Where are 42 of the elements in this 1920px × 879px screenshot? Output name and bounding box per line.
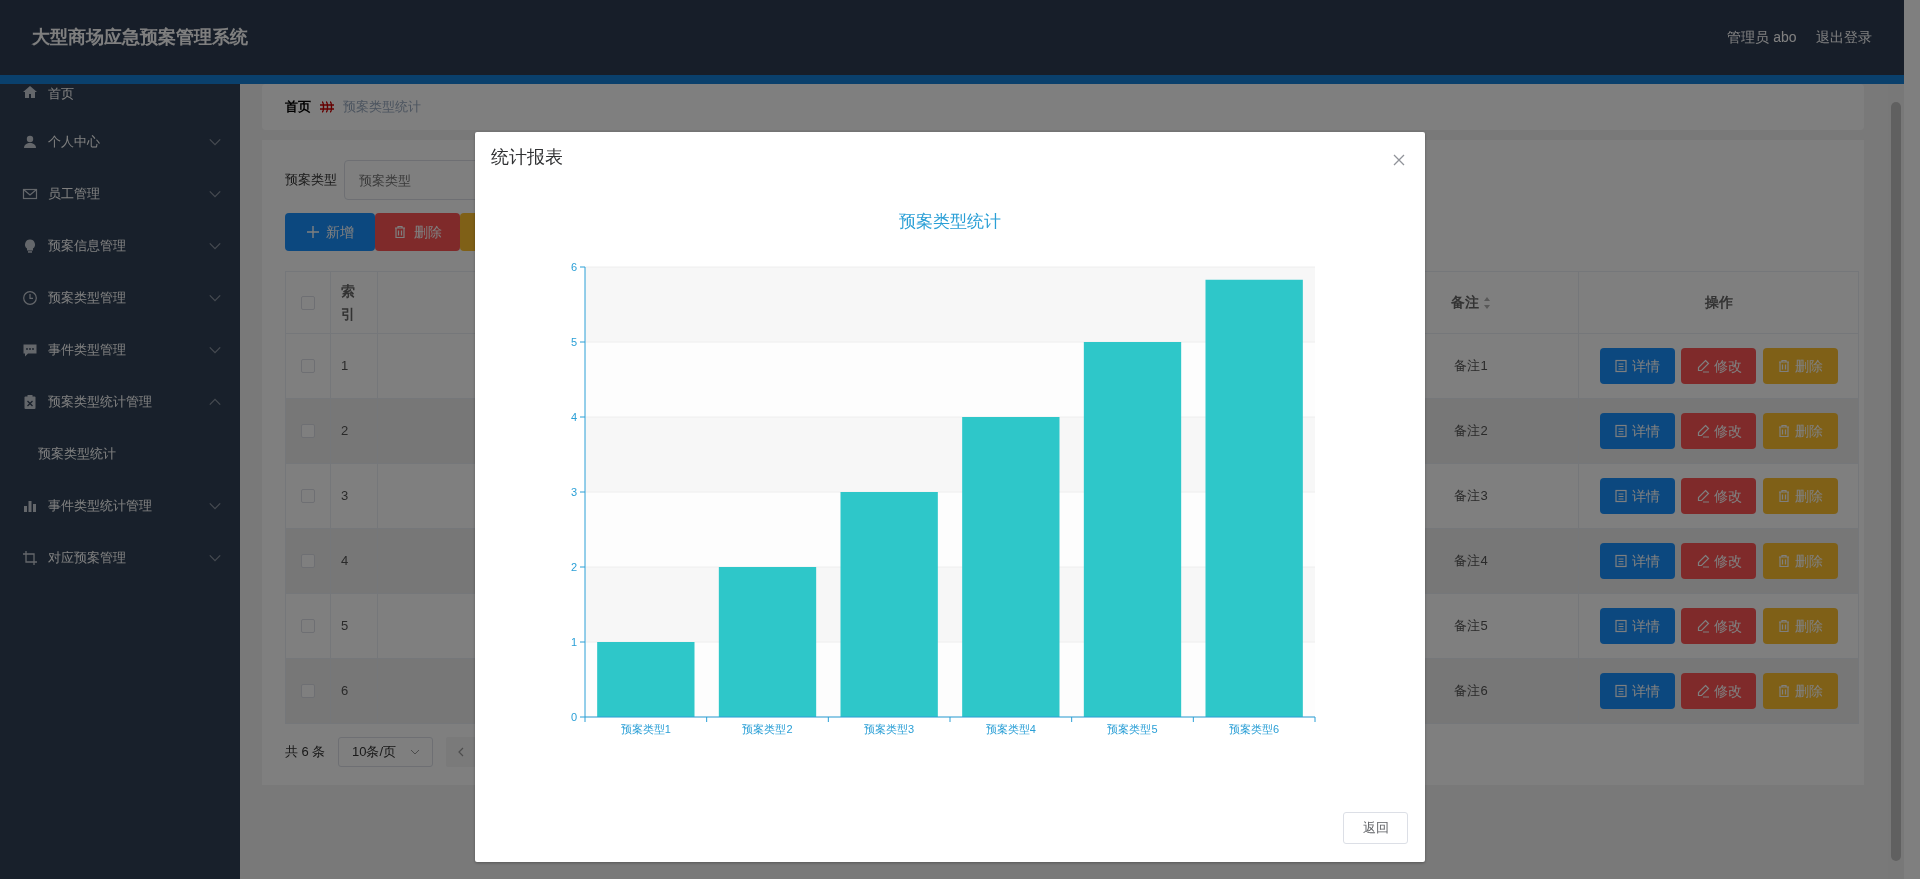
- chart-title: 预案类型统计: [899, 212, 1001, 231]
- menu-label: 事件类型管理: [48, 341, 127, 360]
- menu-label: 对应预案管理: [48, 549, 127, 568]
- menu-label: 预案类型管理: [48, 289, 127, 308]
- y-tick-label: 6: [570, 261, 577, 273]
- column-header: 备注: [1451, 293, 1480, 312]
- table-cell-text: 备注4: [1454, 552, 1488, 571]
- x-tick-label: 预案类型3: [864, 723, 915, 735]
- y-tick-label: 3: [570, 486, 577, 498]
- menu-label: 首页: [48, 85, 75, 103]
- app-title: 大型商场应急预案管理系统: [32, 26, 248, 49]
- table-cell-text: 6: [341, 682, 349, 701]
- menu-label: 预案信息管理: [48, 237, 127, 256]
- x-tick-label: 预案类型5: [1107, 723, 1158, 735]
- x-tick-label: 预案类型1: [620, 723, 671, 735]
- column-header: 操作: [1704, 293, 1733, 312]
- x-tick-label: 预案类型6: [1229, 723, 1280, 735]
- menu-label: 员工管理: [48, 185, 101, 204]
- table-cell-text: 5: [341, 617, 349, 636]
- table-cell-text: 备注2: [1454, 422, 1488, 441]
- menu-label: 个人中心: [48, 133, 101, 152]
- y-tick-label: 5: [570, 336, 577, 348]
- table-cell-text: 2: [341, 422, 349, 441]
- table-cell-text: 1: [341, 357, 349, 376]
- total-count: 共 6 条: [285, 743, 326, 762]
- y-tick-label: 1: [570, 636, 577, 648]
- menu-label: 预案类型统计管理: [48, 393, 153, 412]
- table-cell-text: 备注5: [1454, 617, 1488, 636]
- x-tick-label: 预案类型4: [985, 723, 1036, 735]
- table-cell-text: 3: [341, 487, 349, 506]
- table-cell-text: 备注6: [1454, 682, 1488, 701]
- table-cell-text: 备注3: [1454, 487, 1488, 506]
- y-tick-label: 4: [570, 411, 577, 423]
- table-cell-text: 4: [341, 552, 349, 571]
- y-tick-label: 2: [570, 561, 577, 573]
- menu-label: 事件类型统计管理: [48, 497, 153, 516]
- x-tick-label: 预案类型2: [742, 723, 793, 735]
- user-name: 管理员 abo: [1727, 28, 1797, 47]
- table-cell-text: 备注1: [1454, 357, 1488, 376]
- y-tick-label: 0: [570, 711, 577, 723]
- column-header: 索引: [341, 282, 355, 324]
- field-label: 预案类型: [285, 171, 337, 190]
